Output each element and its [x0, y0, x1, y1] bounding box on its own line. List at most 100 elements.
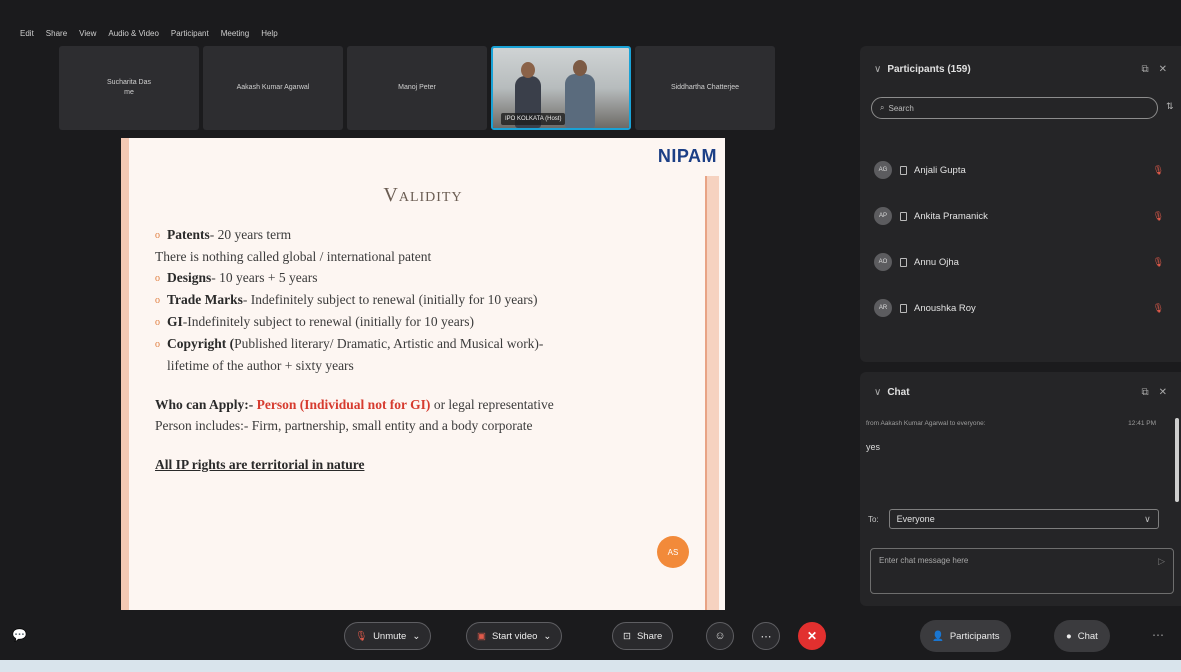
avatar: AG: [874, 161, 892, 179]
share-icon: ⊡: [623, 630, 631, 642]
pop-out-icon[interactable]: ⧉: [1141, 387, 1148, 398]
tile-name: IPO KOLKATA (Host): [501, 113, 566, 125]
slide-line: Person includes:- Firm, partnership, sma…: [155, 418, 533, 433]
video-tile[interactable]: Sucharita Das me: [59, 46, 199, 130]
slide-line: o GI-Indefinitely subject to renewal (ini…: [155, 311, 680, 333]
device-icon: [900, 211, 907, 221]
chat-recipient: To: Everyone ∨: [868, 509, 1159, 529]
reactions-button[interactable]: ☺: [706, 622, 734, 650]
close-icon[interactable]: ✕: [1159, 64, 1167, 75]
leave-meeting-button[interactable]: ✕: [798, 622, 826, 650]
tile-name: Siddhartha Chatterjee: [670, 84, 740, 91]
meeting-window: Edit Share View Audio & Video Participan…: [0, 0, 1181, 672]
bullet-icon: o: [155, 273, 160, 284]
chat-panel: ∨ Chat ⧉ ✕ from Aakash Kumar Agarwal to e…: [860, 372, 1181, 606]
avatar: AP: [874, 207, 892, 225]
slide-line: o Patents- 20 years term: [155, 224, 680, 246]
os-taskbar: [0, 660, 1181, 672]
chat-recipient-select[interactable]: Everyone ∨: [888, 509, 1159, 529]
menu-view[interactable]: View: [79, 29, 96, 38]
bullet-icon: o: [155, 317, 160, 328]
avatar: AO: [874, 253, 892, 271]
participants-title: Participants (159): [887, 63, 971, 75]
chat-scrollbar[interactable]: [1175, 418, 1179, 502]
participant-name: Annu Ojha: [914, 256, 959, 268]
start-video-button[interactable]: ▣ Start video ⌄: [466, 622, 563, 650]
chat-message-meta: from Aakash Kumar Agarwal to everyone: 1…: [866, 420, 1156, 427]
menu-help[interactable]: Help: [261, 29, 277, 38]
chevron-down-icon[interactable]: ∨: [874, 64, 881, 75]
participant-name: Ankita Pramanick: [914, 210, 988, 222]
video-tile[interactable]: Siddhartha Chatterjee: [635, 46, 775, 130]
unmute-button[interactable]: 🎙 Unmute ⌄: [344, 622, 432, 650]
menu-meeting[interactable]: Meeting: [221, 29, 249, 38]
chat-icon: ●: [1066, 630, 1072, 642]
participants-icon: 👤: [932, 630, 944, 642]
chevron-down-icon: ∨: [1144, 513, 1151, 524]
participant-row[interactable]: AP Ankita Pramanick 🎙: [874, 204, 1174, 228]
chat-sender: from Aakash Kumar Agarwal to everyone:: [866, 420, 986, 427]
shared-slide: NIPAM Validity o Patents- 20 years term T…: [121, 138, 725, 610]
menu-participant[interactable]: Participant: [171, 29, 209, 38]
feedback-icon[interactable]: 💬: [12, 628, 27, 642]
more-icon[interactable]: ⋯: [1152, 628, 1164, 642]
slide-line-who-can-apply: Who can Apply:- Person (Individual not f…: [155, 397, 554, 412]
slide-line: lifetime of the author + sixty years: [167, 358, 354, 373]
participant-row[interactable]: AG Anjali Gupta 🎙: [874, 158, 1174, 182]
share-button[interactable]: ⊡ Share: [612, 622, 674, 650]
chat-button[interactable]: ● Chat: [1054, 620, 1110, 652]
chat-input-placeholder: Enter chat message here: [879, 556, 969, 565]
participants-search-input[interactable]: ⌕ Search: [871, 97, 1158, 119]
device-icon: [900, 165, 907, 175]
chat-message: yes: [866, 442, 881, 452]
muted-mic-icon[interactable]: 🎙: [1153, 165, 1164, 176]
send-icon[interactable]: ▷: [1158, 556, 1165, 567]
muted-mic-icon[interactable]: 🎙: [1153, 303, 1164, 314]
participant-row[interactable]: AO Annu Ojha 🎙: [874, 250, 1174, 274]
meeting-toolbar: 💬 🎙 Unmute ⌄ ▣ Start video ⌄ ⊡ Share ☺ ⋯…: [0, 612, 1181, 658]
video-strip: Sucharita Das me Aakash Kumar Agarwal Ma…: [59, 46, 775, 132]
bullet-icon: o: [155, 230, 160, 241]
more-options-button[interactable]: ⋯: [752, 622, 780, 650]
search-placeholder: Search: [888, 103, 914, 113]
menu-audio-video[interactable]: Audio & Video: [108, 29, 159, 38]
chat-time: 12:41 PM: [1128, 420, 1156, 427]
video-tile[interactable]: Manoj Peter: [347, 46, 487, 130]
chat-title: Chat: [887, 386, 910, 398]
pop-out-icon[interactable]: ⧉: [1141, 64, 1148, 75]
menu-edit[interactable]: Edit: [20, 29, 34, 38]
chevron-down-icon[interactable]: ⌄: [412, 631, 420, 642]
menu-share[interactable]: Share: [46, 29, 67, 38]
slide-line: o Trade Marks- Indefinitely subject to re…: [155, 289, 680, 311]
chevron-down-icon[interactable]: ∨: [874, 387, 881, 398]
participant-name: Anoushka Roy: [914, 302, 976, 314]
bullet-icon: o: [155, 295, 160, 306]
tile-sub: me: [124, 89, 134, 96]
nipam-logo: NIPAM: [657, 146, 717, 166]
slide-line: o Copyright (Published literary/ Dramatic…: [155, 333, 680, 355]
muted-mic-icon[interactable]: 🎙: [1153, 257, 1164, 268]
muted-mic-icon[interactable]: 🎙: [1153, 211, 1164, 222]
slide-annotation-badge: AS: [657, 536, 689, 568]
slide-line-territorial: All IP rights are territorial in nature: [155, 457, 365, 472]
chevron-down-icon[interactable]: ⌄: [543, 631, 551, 642]
close-icon[interactable]: ✕: [1159, 387, 1167, 398]
participants-panel: ∨ Participants (159) ⧉ ✕ ⌕ Search ⇅ AG An…: [860, 46, 1181, 362]
device-icon: [900, 303, 907, 313]
slide-body: o Patents- 20 years term There is nothing…: [155, 224, 680, 475]
chat-header: ∨ Chat ⧉ ✕: [860, 372, 1181, 412]
chat-input[interactable]: Enter chat message here ▷: [870, 548, 1174, 594]
video-tile[interactable]: Aakash Kumar Agarwal: [203, 46, 343, 130]
video-off-icon: ▣: [477, 630, 486, 642]
participants-button[interactable]: 👤 Participants: [920, 620, 1012, 652]
menu-bar: Edit Share View Audio & Video Participan…: [0, 24, 860, 42]
device-icon: [900, 257, 907, 267]
sort-icon[interactable]: ⇅: [1166, 101, 1174, 112]
participants-header: ∨ Participants (159) ⧉ ✕: [860, 46, 1181, 92]
muted-mic-icon: 🎙: [355, 630, 368, 642]
tile-name: Aakash Kumar Agarwal: [236, 84, 310, 91]
video-tile-active-speaker[interactable]: IPO KOLKATA (Host): [491, 46, 631, 130]
participant-name: Anjali Gupta: [914, 164, 966, 176]
participant-row[interactable]: AR Anoushka Roy 🎙: [874, 296, 1174, 320]
slide-line: There is nothing called global / interna…: [155, 249, 432, 264]
